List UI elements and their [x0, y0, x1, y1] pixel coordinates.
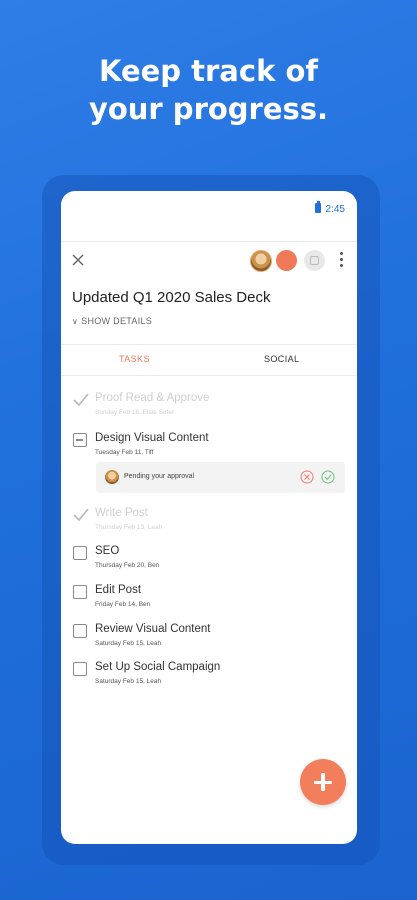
status-time: 2:45	[325, 204, 345, 215]
task-meta: Sunday Feb 16, Elsie Sofer	[95, 409, 175, 416]
task-item[interactable]: Proof Read & Approve Sunday Feb 16, Elsi…	[61, 391, 357, 423]
chevron-down-icon: ∨	[72, 317, 79, 326]
headline-line-1: Keep track of	[98, 54, 318, 88]
tab-tasks[interactable]: TASKS	[119, 354, 150, 364]
task-meta: Saturday Feb 15, Leah	[95, 640, 162, 647]
task-item[interactable]: Design Visual Content Tuesday Feb 11, Ti…	[61, 431, 357, 463]
tab-social[interactable]: SOCIAL	[264, 354, 299, 364]
close-icon[interactable]	[71, 253, 85, 267]
task-item[interactable]: Write Post Thursday Feb 13, Leah	[61, 506, 357, 538]
headline-line-2: your progress.	[88, 92, 329, 126]
task-item[interactable]: Review Visual Content Saturday Feb 15, L…	[61, 622, 357, 654]
task-item[interactable]: Set Up Social Campaign Saturday Feb 15, …	[61, 660, 357, 692]
task-checkbox[interactable]	[73, 585, 87, 599]
battery-icon	[315, 201, 321, 213]
add-member-avatar[interactable]	[304, 250, 325, 271]
show-details-toggle[interactable]: ∨ SHOW DETAILS	[72, 316, 152, 326]
task-name: Review Visual Content	[95, 623, 211, 635]
task-meta: Friday Feb 14, Ben	[95, 601, 151, 608]
calendar-icon	[310, 256, 319, 265]
avatar-orange[interactable]	[276, 250, 297, 271]
approval-request: Pending your approval	[96, 462, 345, 493]
task-item[interactable]: Edit Post Friday Feb 14, Ben	[61, 583, 357, 615]
task-meta: Tuesday Feb 11, Tiff	[95, 449, 154, 456]
task-name: Design Visual Content	[95, 432, 209, 444]
avatar	[105, 470, 119, 484]
more-icon[interactable]	[340, 252, 344, 268]
tab-bar: TASKS SOCIAL	[61, 344, 357, 376]
task-name: Proof Read & Approve	[95, 392, 210, 404]
add-task-button[interactable]	[300, 759, 346, 805]
status-bar: 2:45	[61, 191, 357, 227]
task-checkbox[interactable]	[73, 433, 87, 447]
show-details-label: SHOW DETAILS	[81, 316, 153, 326]
checkmark-icon[interactable]	[72, 392, 90, 408]
plus-icon-vertical	[321, 773, 325, 791]
app-bar-divider	[61, 227, 357, 242]
approval-text: Pending your approval	[124, 473, 195, 480]
task-meta: Thursday Feb 20, Ben	[95, 562, 160, 569]
headline: Keep track of your progress.	[0, 52, 417, 128]
page-title: Updated Q1 2020 Sales Deck	[72, 289, 271, 306]
task-item[interactable]: SEO Thursday Feb 20, Ben	[61, 544, 357, 576]
task-meta: Thursday Feb 13, Leah	[95, 524, 163, 531]
task-checkbox[interactable]	[73, 662, 87, 676]
avatar[interactable]	[250, 250, 272, 272]
task-checkbox[interactable]	[73, 546, 87, 560]
phone-screen: 2:45 Updated Q1 2020 Sales Deck ∨ SHOW DE…	[61, 191, 357, 844]
task-meta: Saturday Feb 15, Leah	[95, 678, 162, 685]
task-name: SEO	[95, 545, 120, 557]
task-name: Edit Post	[95, 584, 142, 596]
checkmark-icon[interactable]	[72, 507, 90, 523]
task-checkbox[interactable]	[73, 624, 87, 638]
task-name: Set Up Social Campaign	[95, 661, 221, 673]
task-name: Write Post	[95, 507, 148, 519]
reject-icon[interactable]	[300, 470, 314, 484]
approve-icon[interactable]	[321, 470, 335, 484]
